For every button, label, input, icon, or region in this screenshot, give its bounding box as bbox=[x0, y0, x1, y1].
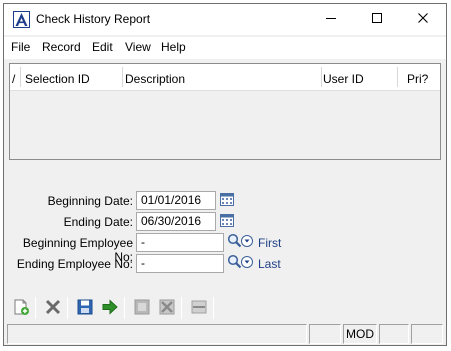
column-header-flag[interactable]: / bbox=[12, 72, 15, 86]
beginning-employee-input[interactable]: - bbox=[136, 233, 224, 252]
menu-edit[interactable]: Edit bbox=[92, 40, 113, 54]
first-link[interactable]: First bbox=[258, 236, 281, 250]
ending-date-input[interactable]: 06/30/2016 bbox=[136, 212, 216, 231]
print-preview-button[interactable] bbox=[131, 297, 153, 319]
calendar-icon bbox=[220, 192, 234, 209]
ending-employee-input[interactable]: - bbox=[136, 254, 224, 273]
column-header-user-id[interactable]: User ID bbox=[323, 72, 364, 86]
column-divider[interactable] bbox=[321, 67, 322, 87]
status-cell-indicator bbox=[379, 324, 409, 344]
calendar-icon bbox=[220, 213, 234, 230]
beginning-employee-dropdown-button[interactable] bbox=[240, 233, 254, 251]
maximize-button[interactable] bbox=[354, 4, 400, 35]
ending-employee-label: Ending Employee No: bbox=[16, 257, 133, 271]
ending-employee-dropdown-button[interactable] bbox=[240, 254, 254, 272]
column-header-selection-id[interactable]: Selection ID bbox=[25, 72, 90, 86]
status-message bbox=[7, 324, 307, 344]
status-mode-indicator: MOD bbox=[343, 324, 377, 344]
new-record-button[interactable] bbox=[10, 297, 32, 319]
status-cell-indicator bbox=[411, 324, 443, 344]
toolbar bbox=[4, 294, 446, 322]
grid-header: / Selection ID Description User ID Pri? bbox=[10, 64, 440, 91]
status-bar: MOD bbox=[4, 323, 446, 345]
menu-view[interactable]: View bbox=[125, 40, 151, 54]
delete-icon bbox=[44, 298, 62, 319]
last-link[interactable]: Last bbox=[258, 257, 281, 271]
status-cell-indicator bbox=[309, 324, 341, 344]
toolbar-separator bbox=[67, 297, 68, 319]
menu-record[interactable]: Record bbox=[42, 40, 81, 54]
run-icon bbox=[101, 298, 119, 319]
toolbar-separator bbox=[124, 297, 125, 319]
dropdown-icon bbox=[241, 255, 253, 272]
beginning-date-input[interactable]: 01/01/2016 bbox=[136, 191, 216, 210]
column-divider[interactable] bbox=[122, 67, 123, 87]
column-divider[interactable] bbox=[20, 67, 21, 87]
column-header-pri[interactable]: Pri? bbox=[407, 72, 428, 86]
minimize-button[interactable] bbox=[308, 4, 354, 35]
close-icon bbox=[417, 12, 429, 27]
save-icon bbox=[76, 298, 94, 319]
beginning-date-calendar-button[interactable] bbox=[218, 191, 236, 209]
ending-date-label: Ending Date: bbox=[63, 215, 133, 229]
toolbar-separator bbox=[181, 297, 182, 319]
window-title: Check History Report bbox=[36, 12, 151, 26]
check-history-window: Check History Report File Record Edit Vi… bbox=[3, 3, 447, 346]
menu-help[interactable]: Help bbox=[161, 40, 186, 54]
selection-grid[interactable]: / Selection ID Description User ID Pri? bbox=[9, 63, 441, 160]
print-preview-icon bbox=[133, 298, 151, 319]
menu-file[interactable]: File bbox=[11, 40, 30, 54]
maximize-icon bbox=[371, 12, 383, 27]
clear-button[interactable] bbox=[156, 297, 178, 319]
title-bar[interactable]: Check History Report bbox=[4, 4, 446, 35]
delete-button[interactable] bbox=[42, 297, 64, 319]
run-button[interactable] bbox=[99, 297, 121, 319]
toolbar-separator bbox=[213, 297, 214, 319]
grid-body[interactable] bbox=[10, 91, 440, 159]
save-button[interactable] bbox=[74, 297, 96, 319]
toolbar-separator bbox=[35, 297, 36, 319]
dropdown-icon bbox=[241, 234, 253, 251]
app-logo-icon bbox=[13, 11, 30, 28]
clear-icon bbox=[158, 298, 176, 319]
beginning-date-label: Beginning Date: bbox=[47, 194, 133, 208]
column-header-description[interactable]: Description bbox=[125, 72, 185, 86]
minimize-panel-button[interactable] bbox=[188, 297, 210, 319]
menu-bar: File Record Edit View Help bbox=[4, 37, 446, 59]
minimize-panel-icon bbox=[190, 298, 208, 319]
column-divider[interactable] bbox=[397, 67, 398, 87]
new-record-icon bbox=[12, 298, 30, 319]
ending-date-calendar-button[interactable] bbox=[218, 212, 236, 230]
close-button[interactable] bbox=[400, 4, 446, 35]
minimize-icon bbox=[325, 12, 337, 27]
